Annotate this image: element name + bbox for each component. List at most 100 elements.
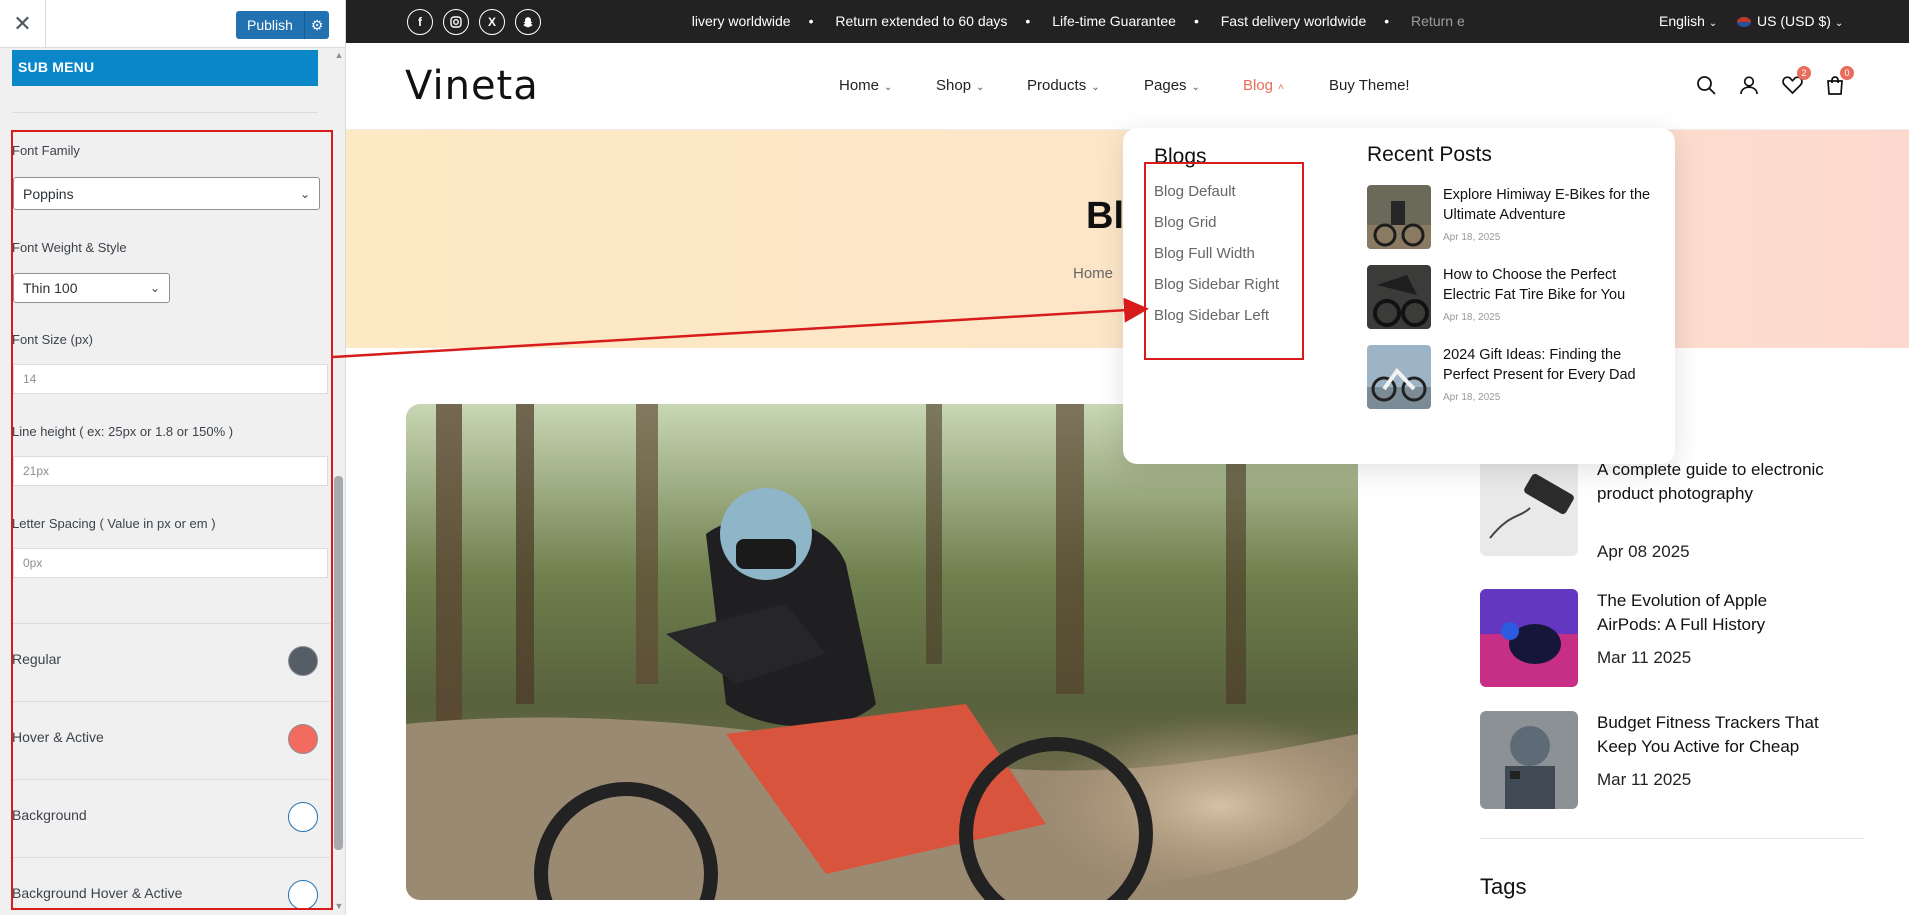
publish-button[interactable]: Publish ⚙ bbox=[236, 11, 329, 39]
divider bbox=[12, 779, 330, 780]
account-icon[interactable] bbox=[1735, 71, 1763, 99]
font-family-select[interactable]: Poppins ⌄ bbox=[13, 177, 320, 210]
mega-link-blog-default[interactable]: Blog Default bbox=[1154, 183, 1236, 200]
nav-pages[interactable]: Pages ⌄ bbox=[1144, 77, 1200, 94]
color-label-background: Background bbox=[12, 807, 87, 823]
post-date: Apr 18, 2025 bbox=[1443, 392, 1501, 403]
marquee-item: Return extended to 60 days bbox=[835, 13, 1008, 29]
post-thumbnail[interactable] bbox=[1480, 589, 1578, 687]
color-swatch-hover[interactable] bbox=[288, 724, 318, 754]
chevron-down-icon: ⌄ bbox=[149, 281, 160, 295]
nav-buy-theme[interactable]: Buy Theme! bbox=[1329, 77, 1410, 94]
mega-link-blog-full-width[interactable]: Blog Full Width bbox=[1154, 245, 1255, 262]
nav-blog[interactable]: Blog ˄ bbox=[1243, 77, 1284, 94]
facebook-icon[interactable]: f bbox=[407, 9, 433, 35]
nav-label: Home bbox=[839, 77, 880, 94]
mega-recent-post[interactable]: How to Choose the Perfect Electric Fat T… bbox=[1367, 265, 1667, 329]
post-thumbnail[interactable] bbox=[1480, 711, 1578, 809]
line-height-input[interactable]: 21px bbox=[13, 456, 328, 486]
sidebar-post[interactable]: The Evolution of Apple AirPods: A Full H… bbox=[1480, 589, 1820, 689]
publish-label[interactable]: Publish bbox=[236, 17, 304, 33]
divider bbox=[1480, 838, 1864, 839]
announcement-marquee: elivery worldwide • Return extended to 60… bbox=[692, 0, 1512, 43]
chevron-up-icon: ˄ bbox=[1278, 82, 1284, 93]
gear-icon[interactable]: ⚙ bbox=[304, 11, 329, 39]
post-title[interactable]: The Evolution of Apple AirPods: A Full H… bbox=[1597, 589, 1827, 637]
search-icon[interactable] bbox=[1692, 71, 1720, 99]
post-thumbnail[interactable] bbox=[1367, 185, 1431, 249]
marquee-item: Fast delivery worldwide bbox=[1220, 13, 1367, 29]
breadcrumb-home[interactable]: Home bbox=[1073, 265, 1113, 282]
post-thumbnail[interactable] bbox=[1367, 345, 1431, 409]
color-label-hover: Hover & Active bbox=[12, 729, 104, 745]
announcement-bar: f X elivery worldwide • Return extended t… bbox=[346, 0, 1909, 43]
divider bbox=[12, 857, 330, 858]
close-icon[interactable]: ✕ bbox=[0, 0, 46, 48]
mega-menu-recent-heading: Recent Posts bbox=[1367, 143, 1492, 166]
line-height-label: Line height ( ex: 25px or 1.8 or 150% ) bbox=[12, 424, 234, 439]
mega-recent-post[interactable]: Explore Himiway E-Bikes for the Ultimate… bbox=[1367, 185, 1667, 249]
color-swatch-background[interactable] bbox=[288, 802, 318, 832]
instagram-icon[interactable] bbox=[443, 9, 469, 35]
post-date: Apr 08 2025 bbox=[1597, 542, 1690, 561]
post-title[interactable]: Explore Himiway E-Bikes for the Ultimate… bbox=[1443, 185, 1653, 225]
divider bbox=[12, 623, 330, 624]
mega-menu-blogs-heading: Blogs bbox=[1154, 145, 1207, 168]
nav-home[interactable]: Home ⌄ bbox=[839, 77, 892, 94]
mega-link-blog-grid[interactable]: Blog Grid bbox=[1154, 214, 1217, 231]
chevron-down-icon: ⌄ bbox=[1708, 18, 1718, 29]
customizer-panel: ✕ Publish ⚙ SUB MENU Font Family Poppins… bbox=[0, 0, 346, 915]
mega-link-blog-sidebar-left[interactable]: Blog Sidebar Left bbox=[1154, 307, 1269, 324]
color-swatch-regular[interactable] bbox=[288, 646, 318, 676]
site-preview: f X elivery worldwide • Return extended t… bbox=[346, 0, 1909, 915]
currency-selector[interactable]: US (USD $) ⌄ bbox=[1737, 0, 1843, 43]
post-date: Mar 11 2025 bbox=[1597, 648, 1692, 667]
post-date: Apr 18, 2025 bbox=[1443, 232, 1501, 243]
site-logo[interactable]: Vineta bbox=[405, 63, 539, 109]
tags-heading: Tags bbox=[1480, 874, 1527, 899]
post-title[interactable]: How to Choose the Perfect Electric Fat T… bbox=[1443, 265, 1653, 305]
color-swatch-background-hover[interactable] bbox=[288, 880, 318, 910]
marquee-item: elivery worldwide bbox=[692, 13, 791, 29]
scroll-up-icon[interactable]: ▲ bbox=[332, 48, 345, 62]
color-label-background-hover: Background Hover & Active bbox=[12, 885, 183, 901]
font-family-value: Poppins bbox=[23, 185, 74, 202]
scrollbar-thumb[interactable] bbox=[334, 476, 343, 850]
featured-post-image[interactable] bbox=[406, 404, 1358, 900]
x-twitter-icon[interactable]: X bbox=[479, 9, 505, 35]
cart-count-badge: 0 bbox=[1840, 66, 1854, 80]
nav-products[interactable]: Products ⌄ bbox=[1027, 77, 1100, 94]
divider bbox=[12, 112, 318, 113]
customizer-header: ✕ Publish ⚙ bbox=[0, 0, 345, 48]
snapchat-icon[interactable] bbox=[515, 9, 541, 35]
nav-label: Blog bbox=[1243, 77, 1274, 94]
font-family-label: Font Family bbox=[12, 143, 80, 158]
font-weight-select[interactable]: Thin 100 ⌄ bbox=[13, 273, 170, 303]
post-thumbnail[interactable] bbox=[1480, 458, 1578, 556]
mega-link-blog-sidebar-right[interactable]: Blog Sidebar Right bbox=[1154, 276, 1279, 293]
nav-shop[interactable]: Shop ⌄ bbox=[936, 77, 984, 94]
sidebar-post[interactable]: Budget Fitness Trackers That Keep You Ac… bbox=[1480, 711, 1820, 811]
wishlist-count-badge: 2 bbox=[1797, 66, 1811, 80]
chevron-down-icon: ⌄ bbox=[884, 82, 893, 93]
mega-recent-post[interactable]: 2024 Gift Ideas: Finding the Perfect Pre… bbox=[1367, 345, 1667, 409]
chevron-down-icon: ⌄ bbox=[1834, 18, 1844, 29]
section-title: SUB MENU bbox=[12, 50, 318, 86]
post-title[interactable]: A complete guide to electronic product p… bbox=[1597, 458, 1827, 506]
sidebar-post[interactable]: A complete guide to electronic product p… bbox=[1480, 458, 1824, 561]
marquee-item: Life-time Guarantee bbox=[1052, 13, 1176, 29]
marquee-item: Return e bbox=[1411, 13, 1465, 29]
language-selector[interactable]: English ⌄ bbox=[1659, 0, 1717, 43]
wishlist-icon[interactable]: 2 bbox=[1778, 66, 1811, 99]
letter-spacing-input[interactable]: 0px bbox=[13, 548, 328, 578]
blog-mega-menu: Blogs Blog Default Blog Grid Blog Full W… bbox=[1123, 128, 1675, 464]
post-date: Mar 11 2025 bbox=[1597, 770, 1692, 789]
post-thumbnail[interactable] bbox=[1367, 265, 1431, 329]
scroll-down-icon[interactable]: ▼ bbox=[332, 899, 345, 913]
chevron-down-icon: ⌄ bbox=[1091, 82, 1100, 93]
cart-icon[interactable]: 0 bbox=[1821, 66, 1854, 99]
post-title[interactable]: Budget Fitness Trackers That Keep You Ac… bbox=[1597, 711, 1827, 759]
font-size-input[interactable]: 14 bbox=[13, 364, 328, 394]
post-title[interactable]: 2024 Gift Ideas: Finding the Perfect Pre… bbox=[1443, 345, 1653, 385]
post-date: Apr 18, 2025 bbox=[1443, 312, 1501, 323]
